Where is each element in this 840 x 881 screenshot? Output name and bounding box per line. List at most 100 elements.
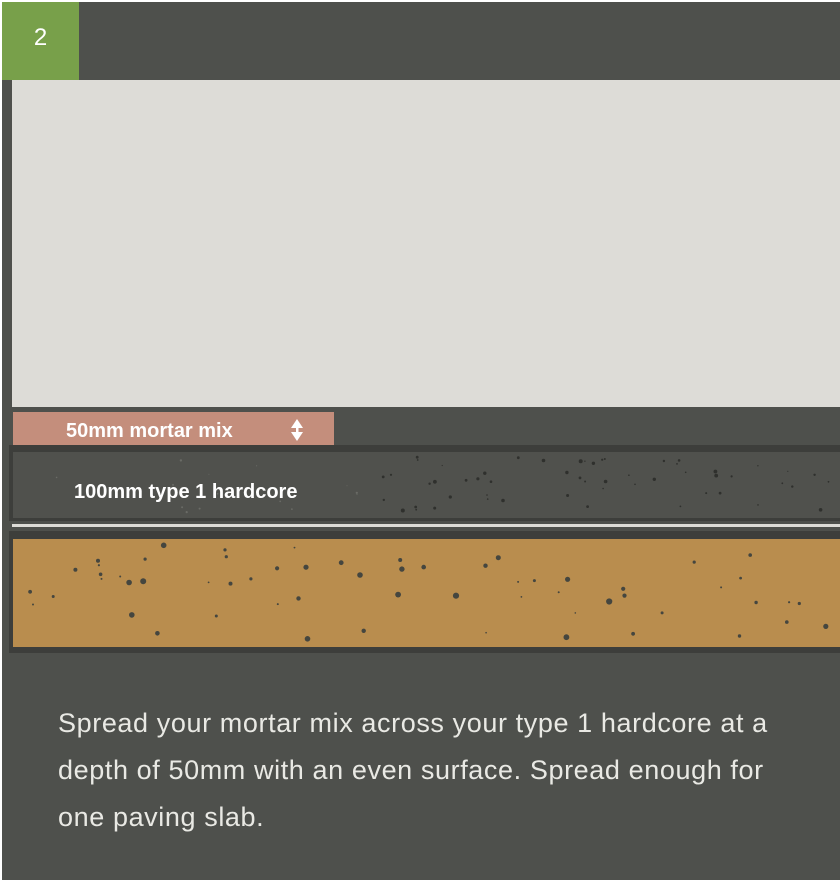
stone-speck [303, 564, 309, 570]
stone-speck [684, 471, 687, 474]
stone-speck [415, 455, 419, 459]
stone-speck [214, 614, 218, 618]
stone-speck [621, 586, 626, 591]
stone-speck [785, 620, 789, 624]
stone-speck [198, 507, 201, 510]
stone-speck [584, 460, 586, 462]
stone-speck [631, 631, 635, 636]
stone-speck [757, 465, 759, 467]
stone-speck [97, 564, 100, 567]
stone-speck [517, 580, 520, 583]
stone-speck [476, 477, 480, 481]
stone-speck [119, 575, 122, 578]
stone-speck [737, 634, 742, 638]
stone-speck [346, 485, 348, 487]
stone-speck [361, 628, 366, 633]
stone-speck [100, 577, 103, 580]
step-caption: Spread your mortar mix across your type … [58, 708, 768, 832]
stone-speck [757, 504, 759, 506]
stone-speck [185, 510, 188, 514]
stone-speck [748, 553, 752, 557]
stone-speck [574, 612, 577, 614]
background-area [12, 80, 840, 407]
stone-speck [400, 508, 405, 513]
stone-speck [578, 459, 583, 464]
stone-speck [485, 631, 487, 634]
stone-speck [584, 480, 587, 483]
stone-speck [483, 563, 488, 568]
stone-speck [249, 577, 253, 581]
stone-speck [399, 566, 405, 572]
stone-speck [433, 479, 437, 484]
stone-speck [208, 473, 210, 475]
stone-speck [338, 560, 344, 566]
stone-speck [55, 476, 58, 479]
stone-speck [532, 579, 536, 583]
stone-speck [207, 581, 210, 584]
stone-speck [140, 578, 147, 585]
stone-speck [739, 576, 742, 580]
stone-speck [660, 611, 664, 615]
stone-speck [705, 492, 708, 495]
stone-speck [421, 564, 427, 570]
stone-speck [296, 596, 301, 601]
stone-speck [634, 483, 636, 486]
stone-speck [677, 459, 681, 462]
stone-speck [28, 589, 32, 594]
stone-speck [495, 555, 501, 561]
stone-speck [754, 600, 758, 605]
stone-speck [395, 591, 401, 598]
stone-speck [603, 458, 606, 460]
stone-speck [279, 500, 282, 503]
stone-speck [628, 474, 630, 477]
stone-speck [557, 591, 560, 594]
stone-speck [827, 480, 830, 483]
stone-speck [414, 505, 418, 509]
stone-speck [96, 558, 100, 563]
stone-speck [216, 493, 219, 495]
hardcore-layer-label: 100mm type 1 hardcore [74, 481, 297, 503]
stone-speck [223, 548, 227, 552]
stone-speck [291, 508, 293, 510]
mortar-layer-label: 50mm mortar mix [66, 420, 233, 442]
stone-speck [126, 579, 132, 586]
stone-speck [692, 560, 696, 564]
stone-speck [781, 482, 784, 485]
stone-speck [603, 479, 608, 484]
stone-speck [275, 566, 280, 571]
stone-speck [565, 576, 571, 582]
stone-speck [606, 598, 613, 605]
stone-speck [486, 494, 488, 496]
stone-speck [32, 603, 34, 606]
stone-speck [172, 483, 174, 486]
stone-speck [652, 477, 656, 481]
stone-speck [662, 459, 666, 463]
stone-speck [823, 623, 829, 630]
stone-speck [791, 485, 794, 488]
stone-speck [433, 506, 437, 510]
stone-speck [563, 634, 570, 641]
stone-speck [381, 475, 385, 479]
stone-speck [622, 593, 627, 598]
stone-speck [356, 493, 358, 495]
stone-speck [679, 505, 682, 508]
stone-speck [98, 572, 103, 577]
membrane-line [12, 524, 840, 527]
stone-speck [787, 470, 789, 472]
stone-speck [293, 546, 296, 549]
stone-speck [541, 458, 546, 463]
stone-speck [718, 491, 722, 495]
stone-speck [489, 480, 493, 484]
stone-speck [143, 557, 147, 561]
stone-speck [181, 506, 184, 509]
stone-speck [720, 586, 723, 589]
stone-speck [501, 498, 505, 503]
stone-speck [355, 491, 358, 494]
stone-speck [483, 471, 487, 475]
stone-speck [566, 494, 570, 497]
stone-speck [448, 495, 452, 499]
stone-speck [578, 476, 582, 480]
stone-speck [486, 498, 489, 500]
stone-speck [228, 581, 233, 586]
stone-speck [516, 456, 520, 460]
